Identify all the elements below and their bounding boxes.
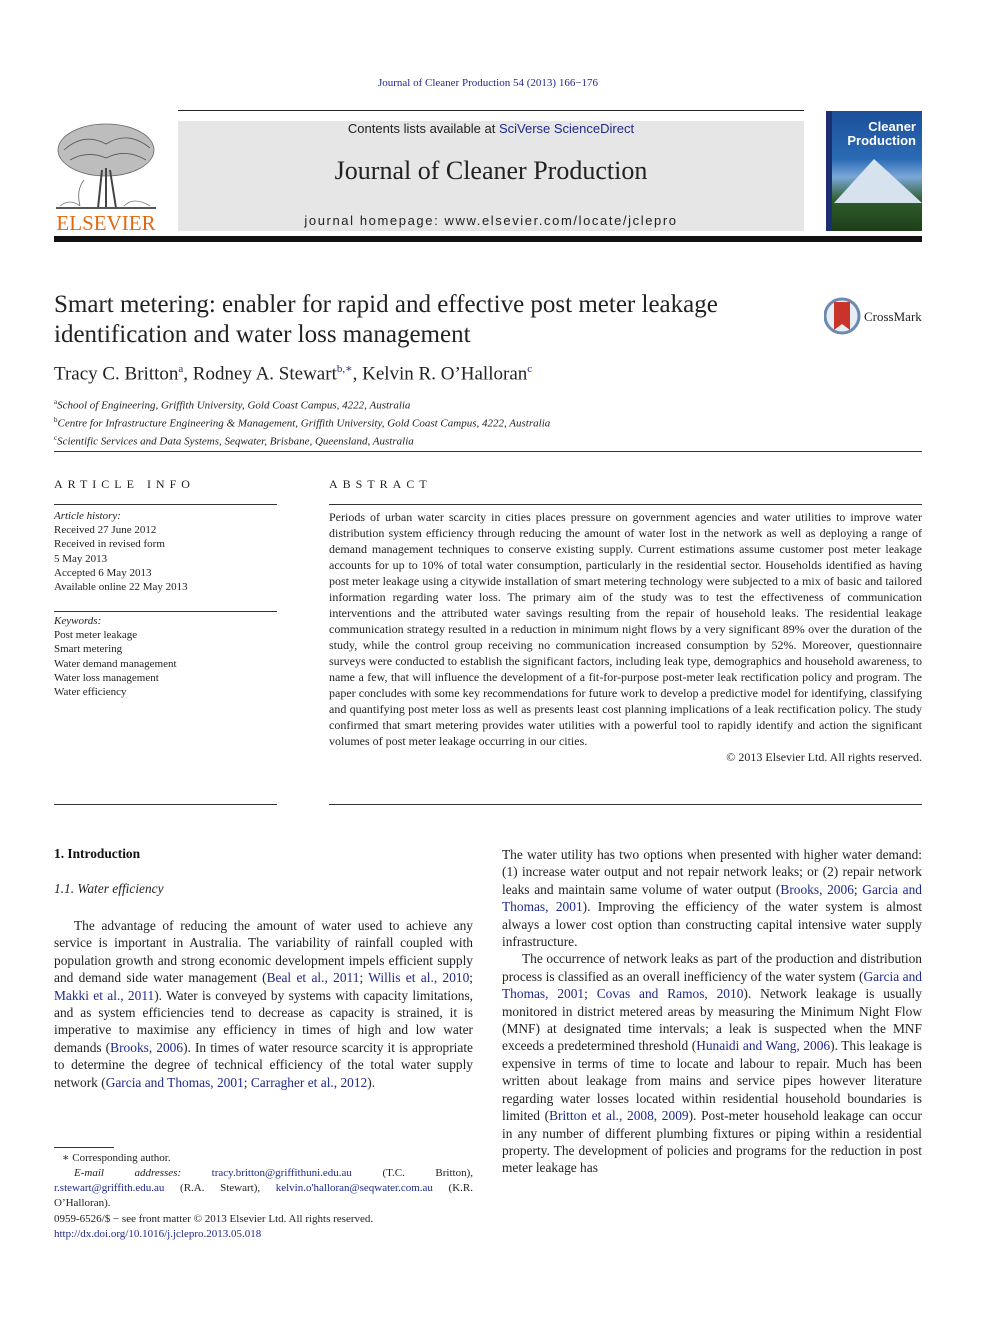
email-owner: (R.A. Stewart),: [164, 1182, 276, 1194]
header-rule: [178, 110, 804, 111]
doi-link[interactable]: http://dx.doi.org/10.1016/j.jclepro.2013…: [54, 1227, 534, 1242]
elsevier-wordmark: ELSEVIER: [56, 211, 156, 235]
article-history: Article history: Received 27 June 2012 R…: [54, 509, 277, 594]
email-label: E-mail addresses:: [74, 1167, 212, 1179]
affiliation-text: Scientific Services and Data Systems, Se…: [57, 435, 414, 448]
history-item: 5 May 2013: [54, 552, 108, 565]
affiliations: aSchool of Engineering, Griffith Univers…: [54, 395, 550, 449]
affiliation-text: School of Engineering, Griffith Universi…: [57, 399, 411, 412]
article-info-rule: [54, 504, 277, 505]
footnote: ∗ Corresponding author. E-mail addresses…: [54, 1151, 473, 1211]
footnote-rule: [54, 1147, 114, 1148]
header-thick-rule: [54, 236, 922, 242]
history-item: Received 27 June 2012: [54, 524, 157, 537]
body-left-column: The advantage of reducing the amount of …: [54, 917, 473, 1091]
front-matter: 0959-6526/$ − see front matter © 2013 El…: [54, 1212, 534, 1241]
cover-title-line1: Cleaner: [868, 119, 916, 134]
history-item: Available online 22 May 2013: [54, 581, 188, 594]
author-name[interactable]: Tracy C. Britton: [54, 363, 178, 384]
history-item: Accepted 6 May 2013: [54, 566, 152, 579]
body-paragraph: The occurrence of network leaks as part …: [502, 950, 922, 1176]
email-owner: (T.C. Britton),: [351, 1167, 473, 1179]
body-text: ;: [243, 1074, 251, 1090]
author-affil-sup[interactable]: b,∗: [337, 363, 353, 375]
author-affil-sup[interactable]: a: [178, 363, 183, 375]
body-paragraph: The advantage of reducing the amount of …: [54, 917, 473, 1091]
keywords-label: Keywords:: [54, 615, 102, 627]
keywords: Keywords: Post meter leakage Smart meter…: [54, 614, 277, 699]
citation-link[interactable]: Britton et al., 2008, 2009: [549, 1108, 689, 1123]
keyword-item: Water loss management: [54, 671, 159, 684]
abstract-text: Periods of urban water scarcity in citie…: [329, 510, 922, 748]
front-matter-text: 0959-6526/$ − see front matter © 2013 El…: [54, 1213, 374, 1225]
body-text: The occurrence of network leaks as part …: [502, 951, 922, 984]
journal-citation[interactable]: Journal of Cleaner Production 54 (2013) …: [0, 77, 976, 89]
section-heading: 1. Introduction: [54, 846, 141, 861]
keyword-item: Water efficiency: [54, 686, 127, 699]
citation-link[interactable]: Willis et al., 2010: [368, 970, 469, 985]
abstract-body: Periods of urban water scarcity in citie…: [329, 509, 922, 765]
affiliation: bCentre for Infrastructure Engineering &…: [54, 413, 550, 431]
body-text: ).: [367, 1074, 376, 1090]
cover-title: Cleaner Production: [847, 120, 916, 148]
article-history-label: Article history:: [54, 510, 121, 522]
citation-link[interactable]: Carragher et al., 2012: [251, 1075, 367, 1090]
author-name[interactable]: Rodney A. Stewart: [193, 363, 337, 384]
article-title: Smart metering: enabler for rapid and ef…: [54, 291, 718, 348]
author-list: Tracy C. Brittona, Rodney A. Stewartb,∗,…: [54, 363, 533, 385]
journal-cover-image[interactable]: Cleaner Production: [826, 111, 922, 231]
abstract-rule: [329, 504, 922, 505]
body-right-column: The water utility has two options when p…: [502, 846, 922, 1177]
email-link[interactable]: tracy.britton@griffithuni.edu.au: [212, 1167, 352, 1179]
author-name[interactable]: Kelvin R. O’Halloran: [362, 363, 527, 384]
email-link[interactable]: kelvin.o'halloran@seqwater.com.au: [276, 1182, 433, 1194]
article-info-rule: [54, 611, 277, 612]
citation-link[interactable]: Beal et al., 2011: [267, 970, 360, 985]
citation-link[interactable]: Garcia and Thomas, 2001: [106, 1075, 244, 1090]
journal-homepage[interactable]: journal homepage: www.elsevier.com/locat…: [178, 213, 804, 228]
contents-line: Contents lists available at SciVerse Sci…: [178, 121, 804, 136]
abstract-rule: [329, 804, 922, 805]
keyword-item: Post meter leakage: [54, 629, 138, 642]
affiliation: aSchool of Engineering, Griffith Univers…: [54, 395, 550, 413]
cover-mountain: [834, 159, 922, 203]
body-text: ;: [584, 986, 597, 1002]
abstract-copyright: © 2013 Elsevier Ltd. All rights reserved…: [726, 750, 922, 764]
keyword-item: Smart metering: [54, 643, 123, 656]
sciencedirect-link[interactable]: SciVerse ScienceDirect: [499, 121, 634, 136]
subsection-heading: 1.1. Water efficiency: [54, 881, 164, 896]
citation-link[interactable]: Brooks, 2006: [780, 882, 854, 897]
cover-title-line2: Production: [847, 133, 916, 148]
abstract-heading: ABSTRACT: [329, 477, 432, 491]
cover-strip: [826, 111, 832, 231]
body-text: ;: [469, 970, 474, 986]
crossmark-label[interactable]: CrossMark: [864, 309, 922, 325]
journal-title[interactable]: Journal of Cleaner Production: [178, 156, 804, 186]
keyword-item: Water demand management: [54, 657, 177, 670]
citation-link[interactable]: Hunaidi and Wang, 2006: [696, 1038, 830, 1053]
body-text: ;: [359, 970, 369, 986]
citation-link[interactable]: Covas and Ramos, 2010: [597, 986, 744, 1001]
contents-prefix: Contents lists available at: [347, 121, 499, 136]
history-item: Received in revised form: [54, 538, 165, 551]
section-rule: [54, 451, 922, 452]
article-info-rule: [54, 804, 277, 805]
body-paragraph: The water utility has two options when p…: [502, 846, 922, 950]
citation-link[interactable]: Makki et al., 2011: [54, 988, 154, 1003]
affiliation-text: Centre for Infrastructure Engineering & …: [57, 417, 551, 430]
citation-link[interactable]: Brooks, 2006: [110, 1040, 183, 1055]
affiliation: cScientific Services and Data Systems, S…: [54, 431, 550, 449]
article-info-heading: ARTICLE INFO: [54, 477, 195, 491]
email-link[interactable]: r.stewart@griffith.edu.au: [54, 1182, 164, 1194]
author-affil-sup[interactable]: c: [527, 363, 532, 375]
email-addresses: E-mail addresses: tracy.britton@griffith…: [54, 1166, 473, 1211]
corresponding-author-note: ∗ Corresponding author.: [62, 1152, 171, 1164]
